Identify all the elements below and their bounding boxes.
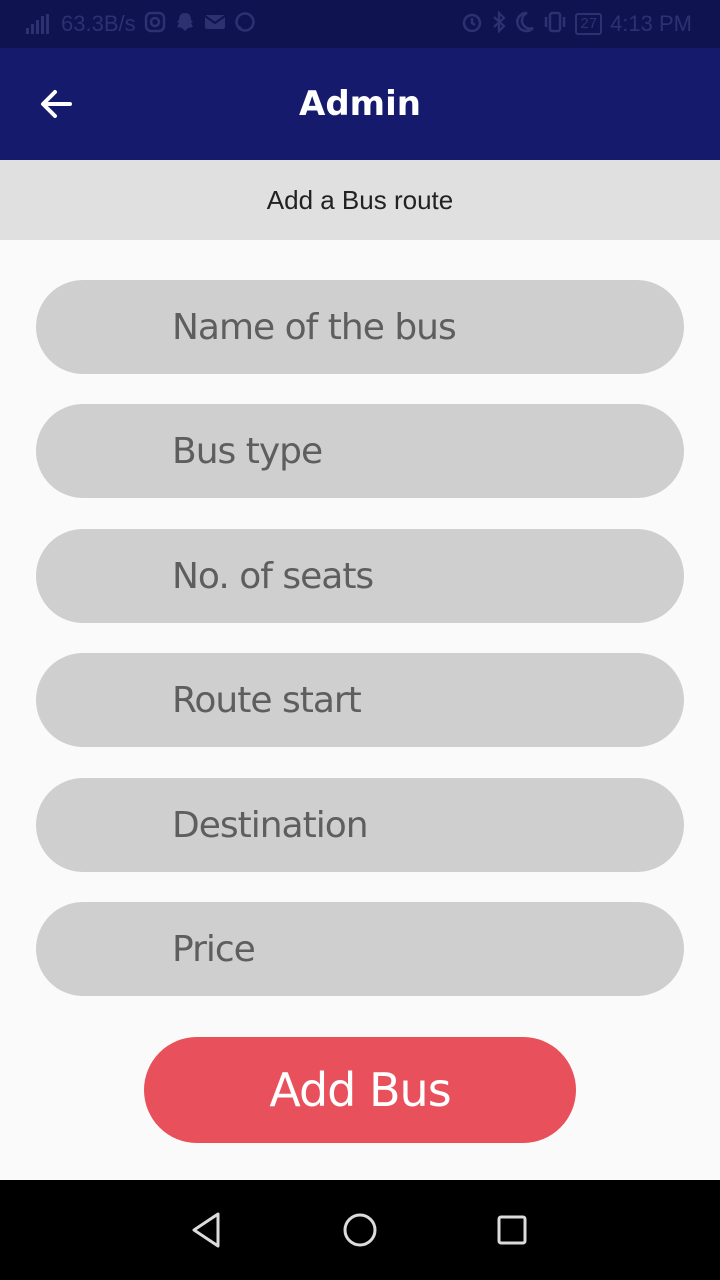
nav-home-button[interactable] [336,1206,384,1254]
whatsapp-icon [234,11,256,37]
home-circle-icon [343,1213,377,1247]
arrow-left-icon [41,90,72,118]
status-left: 63.3B/s [26,11,256,37]
app-bar: Admin [0,48,720,160]
mail-icon [204,13,226,35]
vibrate-icon [543,11,567,37]
alarm-icon [461,11,483,37]
moon-icon [515,11,535,37]
bluetooth-icon [491,10,507,37]
nav-back-button[interactable] [182,1206,230,1254]
add-bus-button[interactable]: Add Bus [144,1037,576,1143]
status-right: 27 4:13 PM [461,10,692,37]
page-title: Admin [299,84,421,124]
signal-icon [26,14,49,34]
bus-name-input[interactable]: Name of the bus [36,280,684,374]
navigation-bar [0,1180,720,1280]
snapchat-icon [174,11,196,37]
status-bar: 63.3B/s 27 4:13 PM [0,0,720,48]
status-time: 4:13 PM [610,11,692,36]
route-start-input[interactable]: Route start [36,653,684,747]
back-button[interactable] [30,78,82,130]
destination-input[interactable]: Destination [36,778,684,872]
recents-square-icon [497,1215,527,1245]
price-input[interactable]: Price [36,902,684,996]
bus-type-input[interactable]: Bus type [36,404,684,498]
network-speed: 63.3B/s [61,11,136,36]
seats-input[interactable]: No. of seats [36,529,684,623]
back-triangle-icon [192,1212,220,1248]
battery-icon: 27 [575,13,603,35]
section-header: Add a Bus route [0,160,720,240]
nav-recents-button[interactable] [488,1206,536,1254]
instagram-icon [144,11,166,37]
